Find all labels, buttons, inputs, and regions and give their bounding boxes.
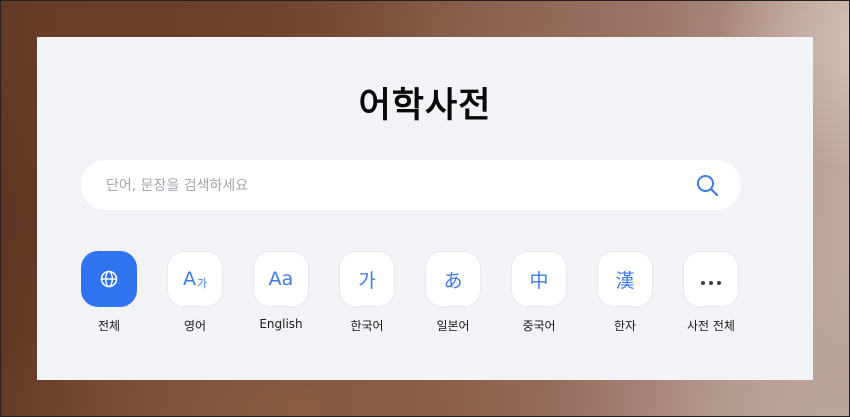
category-japanese-tile[interactable]: あ (425, 251, 481, 307)
category-chinese[interactable]: 中 중국어 (499, 251, 579, 334)
category-all[interactable]: 전체 (69, 251, 149, 334)
search-input[interactable] (104, 160, 668, 212)
category-japanese[interactable]: あ 일본어 (413, 251, 493, 334)
category-english-korean-tile[interactable]: A가 (167, 251, 223, 307)
a-ga-icon-sub: 가 (196, 277, 208, 290)
a-ga-icon: A가 (183, 268, 207, 290)
category-hanja[interactable]: 漢 한자 (585, 251, 665, 334)
category-chinese-tile[interactable]: 中 (511, 251, 567, 307)
hiragana-a-icon: あ (443, 269, 463, 292)
more-dots-icon (699, 268, 723, 290)
search-icon[interactable] (695, 173, 719, 197)
category-english-korean[interactable]: A가 영어 (155, 251, 235, 334)
category-label: 일본어 (436, 319, 470, 333)
category-hanja-tile[interactable]: 漢 (597, 251, 653, 307)
category-label: 영어 (183, 319, 207, 333)
category-korean-tile[interactable]: 가 (339, 251, 395, 307)
category-label: 한국어 (350, 319, 384, 333)
hangul-ga-icon: 가 (358, 269, 376, 292)
category-all-tile[interactable] (81, 251, 137, 307)
a-ga-icon-main: A (182, 268, 196, 290)
hanzi-zhong-icon: 中 (529, 269, 549, 292)
page-title: 어학사전 (358, 86, 492, 126)
dictionary-category-list: 전체 A가 영어 Aa English 가 한국어 あ 일본어 中 중국어 漢 … (81, 251, 781, 361)
category-label: 중국어 (522, 319, 556, 333)
category-label: 한자 (613, 319, 637, 333)
category-label: English (259, 317, 303, 331)
dictionary-panel: 어학사전 전체 A가 영어 Aa (37, 37, 813, 380)
search-bar[interactable] (81, 160, 741, 212)
category-korean[interactable]: 가 한국어 (327, 251, 407, 334)
globe-icon (100, 270, 118, 288)
category-all-dictionaries-tile[interactable] (683, 251, 739, 307)
category-all-dictionaries[interactable]: 사전 전체 (671, 251, 751, 334)
aa-icon: Aa (268, 268, 294, 290)
category-english[interactable]: Aa English (241, 251, 321, 331)
hanja-han-icon: 漢 (615, 269, 635, 292)
category-label: 전체 (97, 319, 121, 333)
category-label: 사전 전체 (687, 319, 735, 333)
category-english-tile[interactable]: Aa (253, 251, 309, 307)
